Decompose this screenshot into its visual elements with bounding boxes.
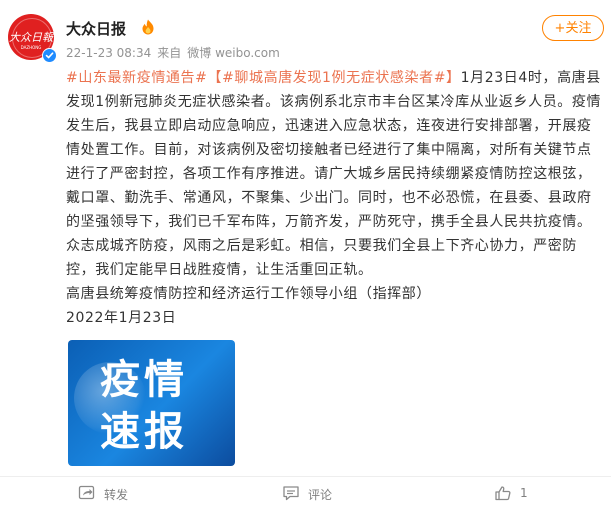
post-image[interactable]: 疫情 速报 xyxy=(68,340,235,466)
post-content: #山东最新疫情通告#【#聊城高唐发现1例无症状感染者#】1月23日4时，高唐县发… xyxy=(66,66,606,330)
weibo-post-card: 大众日報 DAZHONG 大众日报 22-1-23 08:34 来自 微博 weib… xyxy=(0,0,611,520)
image-title-line-1: 疫情 xyxy=(100,357,188,403)
post-paragraph-1: #山东最新疫情通告#【#聊城高唐发现1例无症状感染者#】1月23日4时，高唐县发… xyxy=(66,66,606,234)
repost-label: 转发 xyxy=(104,488,129,502)
post-paragraph-2: 众志成城齐防疫，风雨之后是彩虹。相信，只要我们全县上下齐心协力，严密防控，我们定… xyxy=(66,238,577,278)
repost-icon xyxy=(78,485,95,500)
post-paragraph-1-text: 1月23日4时，高唐县发现1例新冠肺炎无症状感染者。该病例系北京市丰台区某冷库从… xyxy=(66,70,602,230)
verified-check-icon xyxy=(42,48,57,63)
comment-label: 评论 xyxy=(308,488,333,502)
post-timestamp[interactable]: 22-1-23 08:34 xyxy=(66,46,151,60)
like-count: 1 xyxy=(520,486,528,500)
comment-icon xyxy=(283,486,299,501)
topic-tag-link[interactable]: 【#聊城高唐发现1例无症状感染者#】 xyxy=(207,70,460,86)
action-divider xyxy=(0,476,611,477)
follow-button[interactable]: +关注 xyxy=(542,15,604,41)
post-meta: 22-1-23 08:34 来自 微博 weibo.com xyxy=(66,44,286,61)
post-source-prefix: 来自 xyxy=(157,46,182,60)
post-signature: 高唐县统筹疫情防控和经济运行工作领导小组（指挥部） xyxy=(66,286,431,302)
post-source[interactable]: 微博 weibo.com xyxy=(187,46,280,60)
like-button[interactable]: 1 xyxy=(494,484,554,504)
repost-button[interactable]: 转发 xyxy=(78,484,158,504)
thumbs-up-icon xyxy=(495,486,511,501)
account-name[interactable]: 大众日报 xyxy=(66,18,126,39)
fire-badge-icon xyxy=(139,18,157,36)
post-date: 2022年1月23日 xyxy=(66,310,177,326)
image-title-line-2: 速报 xyxy=(100,409,188,455)
avatar-logo-text: 大众日報 xyxy=(9,31,53,44)
topic-tag-link[interactable]: #山东最新疫情通告# xyxy=(66,70,207,86)
comment-button[interactable]: 评论 xyxy=(282,484,362,504)
